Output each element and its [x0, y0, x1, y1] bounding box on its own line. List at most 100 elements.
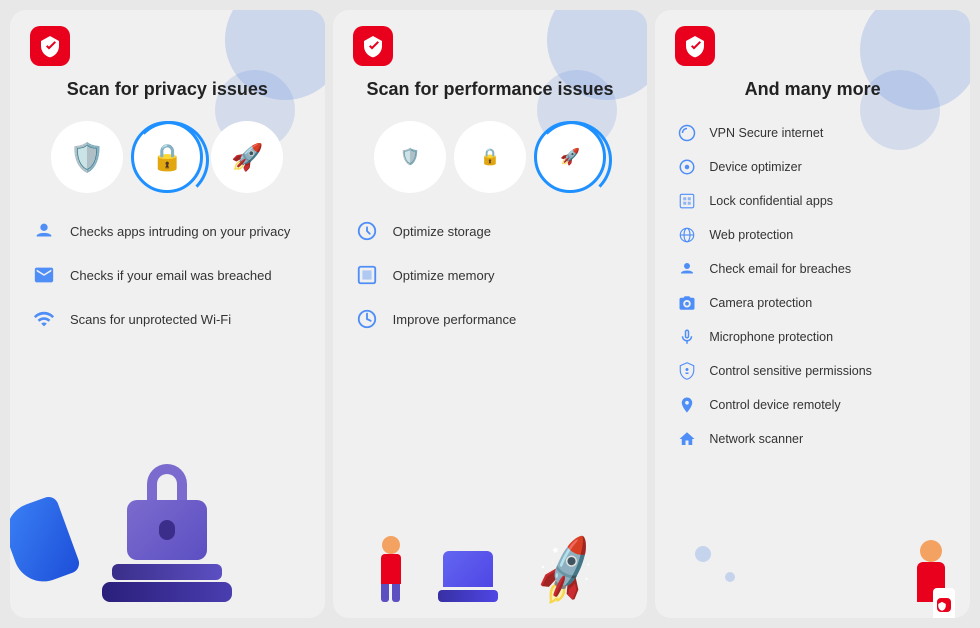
padlock-keyhole: [159, 520, 175, 540]
memory-icon: [353, 261, 381, 289]
shield-circle: 🛡️: [51, 121, 123, 193]
feature-text: Checks apps intruding on your privacy: [70, 224, 290, 239]
pr-phone: [933, 588, 955, 618]
feature-item-perf: Improve performance: [353, 305, 628, 333]
card-1-title: Scan for privacy issues: [67, 78, 268, 101]
shield-icon: 🛡️: [70, 141, 105, 174]
dot-deco-1: [695, 546, 711, 562]
blue-blob: [10, 494, 82, 590]
more-item-camera: Camera protection: [675, 291, 950, 315]
feature-text: Checks if your email was breached: [70, 268, 272, 283]
lock-circle-2: 🔒: [454, 121, 526, 193]
more-item-vpn: VPN Secure internet: [675, 121, 950, 145]
mic-icon: [675, 325, 699, 349]
shield-icon-2: 🛡️: [400, 147, 420, 167]
lock-icon-2: 🔒: [480, 147, 500, 167]
lock-icon: 🔒: [151, 142, 183, 173]
more-list: VPN Secure internet Device optimizer Loc…: [675, 121, 950, 451]
padlock-body: [127, 500, 207, 560]
icon-circles-2: 🛡️ 🔒 🚀: [374, 121, 606, 193]
padlock-base: [112, 564, 222, 580]
network-icon: [675, 427, 699, 451]
feature-list-2: Optimize storage Optimize memory: [353, 217, 628, 333]
dot-deco-2: [725, 572, 735, 582]
storage-icon: [353, 217, 381, 245]
illustration-1: [30, 349, 305, 602]
more-text-perm: Control sensitive permissions: [709, 364, 872, 378]
more-text-vpn: VPN Secure internet: [709, 126, 823, 140]
avira-logo-1: [30, 26, 70, 66]
padlock-shackle: [147, 464, 187, 500]
device-icon: [675, 155, 699, 179]
person-leg-right: [392, 584, 400, 602]
more-text-remote: Control device remotely: [709, 398, 840, 412]
more-text-web: Web protection: [709, 228, 793, 242]
lock-apps-icon: [675, 189, 699, 213]
feature-item: Checks if your email was breached: [30, 261, 305, 289]
icon-circles-1: 🛡️ 🔒 🚀: [51, 121, 283, 193]
more-text-camera: Camera protection: [709, 296, 812, 310]
feature-text-memory: Optimize memory: [393, 268, 495, 283]
feature-item-memory: Optimize memory: [353, 261, 628, 289]
more-text-email: Check email for breaches: [709, 262, 851, 276]
rocket-circle-2: 🚀: [534, 121, 606, 193]
server-top: [443, 551, 493, 587]
more-item-remote: Control device remotely: [675, 393, 950, 417]
person-body: [381, 554, 401, 584]
privacy-icon: [30, 217, 58, 245]
server-box: [438, 551, 498, 602]
web-icon: [675, 223, 699, 247]
more-item-perm: Control sensitive permissions: [675, 359, 950, 383]
pr-body: [917, 562, 945, 602]
server-base: [438, 590, 498, 602]
more-text-network: Network scanner: [709, 432, 803, 446]
card-performance: Scan for performance issues 🛡️ 🔒 🚀: [333, 10, 648, 618]
vpn-icon: [675, 121, 699, 145]
person-legs: [381, 584, 400, 602]
performance-icon: [353, 305, 381, 333]
card-3-title: And many more: [745, 78, 881, 101]
more-text-mic: Microphone protection: [709, 330, 833, 344]
person-right: [917, 540, 945, 602]
card-2-title: Scan for performance issues: [366, 78, 613, 101]
camera-icon: [675, 291, 699, 315]
padlock-platform: [102, 582, 232, 602]
illustration-2: 🚀: [353, 349, 628, 602]
padlock-scene: [102, 500, 232, 602]
pr-head: [920, 540, 942, 562]
rocket-circle: 🚀: [211, 121, 283, 193]
person-leg-left: [381, 584, 389, 602]
feature-item: Scans for unprotected Wi-Fi: [30, 305, 305, 333]
more-item-network: Network scanner: [675, 427, 950, 451]
shield-circle-2: 🛡️: [374, 121, 446, 193]
feature-text: Scans for unprotected Wi-Fi: [70, 312, 231, 327]
person-head: [382, 536, 400, 554]
feature-item: Checks apps intruding on your privacy: [30, 217, 305, 245]
wifi-icon: [30, 305, 58, 333]
rocket-illustration: 🚀: [526, 532, 608, 611]
card-more: And many more VPN Secure internet Device…: [655, 10, 970, 618]
person-figure: [381, 536, 401, 602]
remote-icon: [675, 393, 699, 417]
more-item-device: Device optimizer: [675, 155, 950, 179]
feature-item-storage: Optimize storage: [353, 217, 628, 245]
more-item-mic: Microphone protection: [675, 325, 950, 349]
cards-wrapper: Scan for privacy issues 🛡️ 🔒 🚀 Check: [0, 0, 980, 628]
more-item-email: Check email for breaches: [675, 257, 950, 281]
feature-text-storage: Optimize storage: [393, 224, 491, 239]
feature-text-perf: Improve performance: [393, 312, 517, 327]
lock-circle: 🔒: [131, 121, 203, 193]
more-item-lock: Lock confidential apps: [675, 189, 950, 213]
perm-icon: [675, 359, 699, 383]
pr-phone-logo: [937, 598, 951, 612]
email-icon: [30, 261, 58, 289]
avira-logo-3: [675, 26, 715, 66]
illustration-3: [675, 451, 950, 602]
more-text-lock: Lock confidential apps: [709, 194, 833, 208]
rocket-icon: 🚀: [231, 142, 263, 173]
avira-logo-2: [353, 26, 393, 66]
card-privacy: Scan for privacy issues 🛡️ 🔒 🚀 Check: [10, 10, 325, 618]
more-item-web: Web protection: [675, 223, 950, 247]
more-text-device: Device optimizer: [709, 160, 801, 174]
big-padlock: [127, 500, 207, 560]
